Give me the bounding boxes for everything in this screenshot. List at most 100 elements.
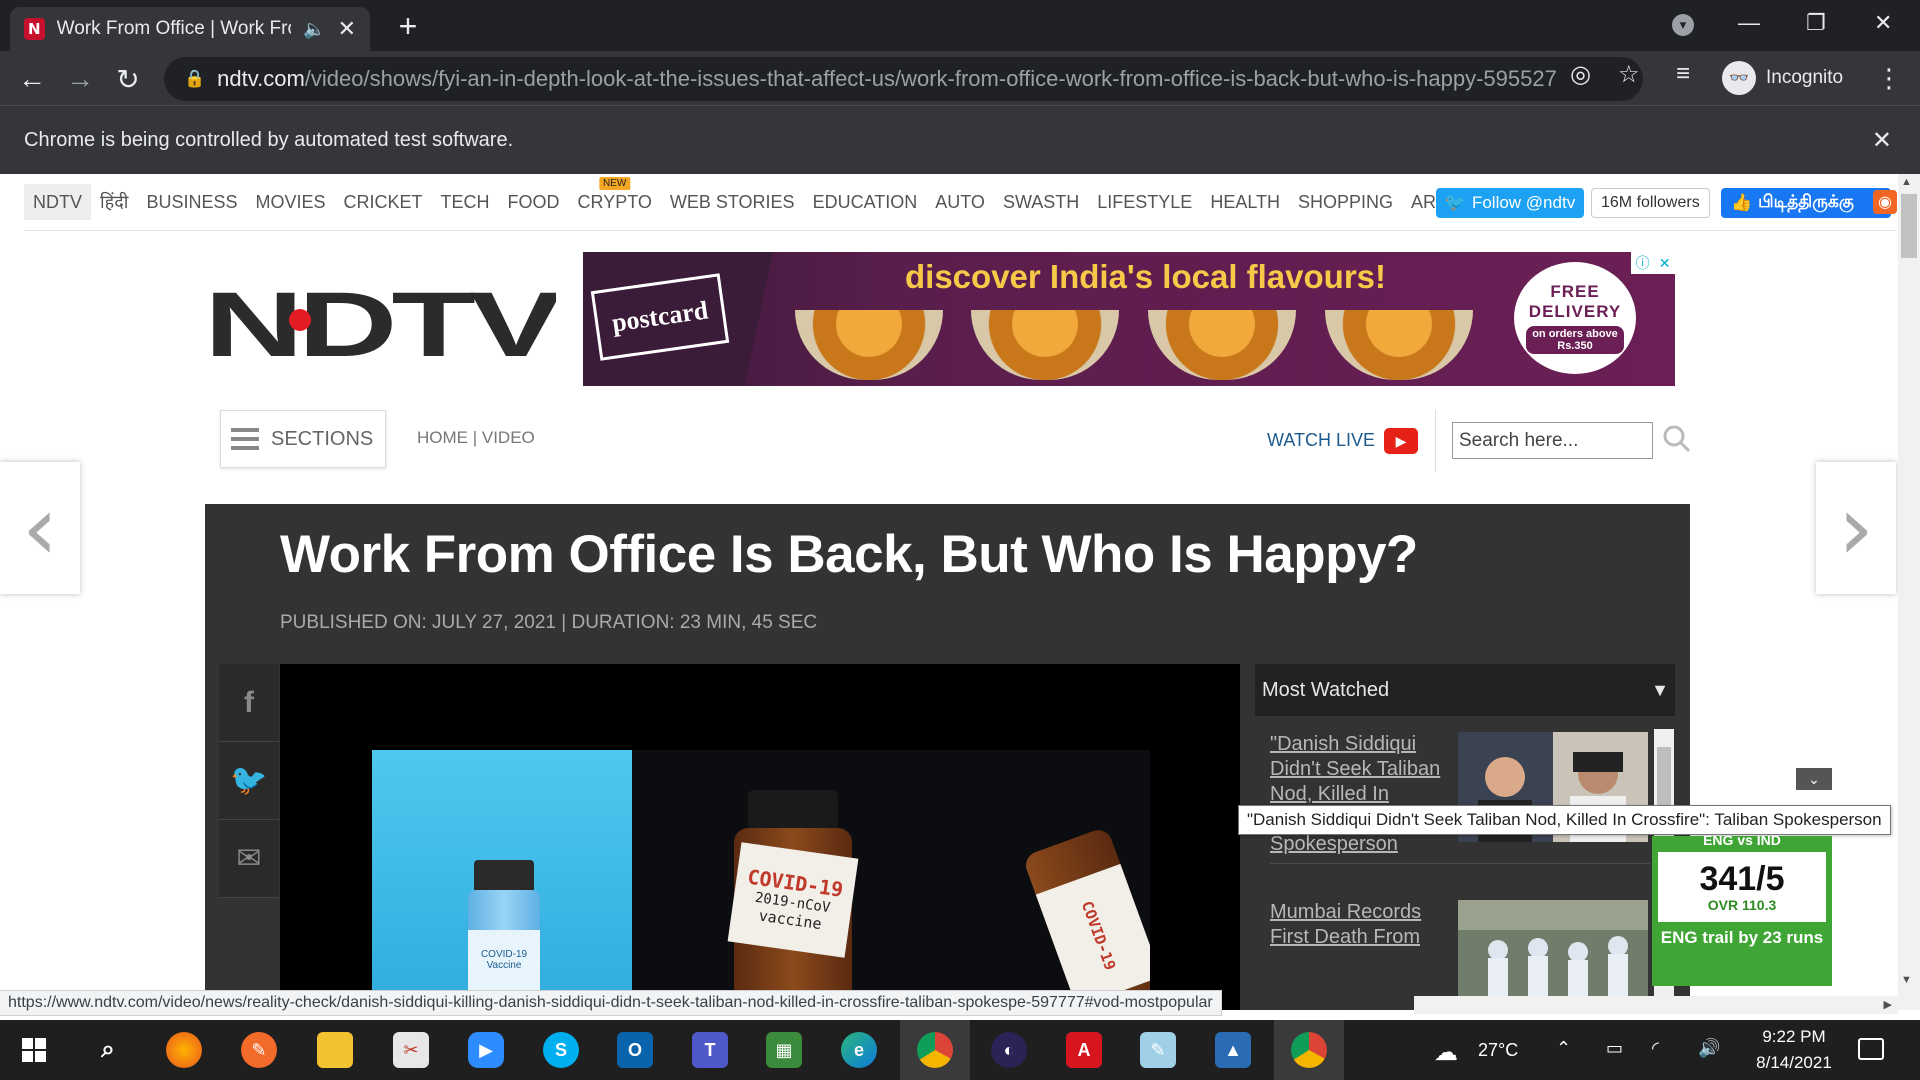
email-icon[interactable]: ✉ [219,820,279,898]
cricket-score-widget[interactable]: ENG vs IND 341/5 OVR 110.3 ENG trail by … [1652,836,1832,986]
nav-item[interactable]: CRYPTO NEW [569,177,661,220]
dropdown-caret-icon[interactable]: ▼ [1651,680,1669,701]
twitter-follow-button[interactable]: 🐦 Follow @ndtv [1436,188,1584,218]
minimize-icon[interactable]: — [1738,10,1760,36]
youtube-play-icon[interactable]: ▶ [1384,428,1418,454]
search-input[interactable] [1452,422,1653,459]
search-icon[interactable] [1662,424,1692,454]
nav-item[interactable]: MOVIES [246,184,334,220]
notepad-icon[interactable]: ✎ [1140,1032,1176,1068]
firefox-icon[interactable] [166,1032,202,1068]
published-info: PUBLISHED ON: JULY 27, 2021 | DURATION: … [280,612,818,633]
browser-tab[interactable]: N Work From Office | Work From Office Is… [10,7,370,51]
weather-cloud-icon[interactable]: ☁ [1434,1038,1458,1067]
tab-search-icon[interactable]: ▾ [1672,14,1694,36]
nav-item[interactable]: हिंदी [91,184,137,220]
window-close-icon[interactable]: ✕ [1874,10,1892,36]
nav-item[interactable]: FOOD [499,184,569,220]
photos-icon[interactable]: ▲ [1215,1032,1251,1068]
watch-live-link[interactable]: WATCH LIVE [1267,430,1375,451]
page-vertical-scrollbar[interactable]: ▲ ▼ [1898,174,1920,1010]
nav-item-label: SHOPPING [1298,191,1394,212]
new-tab-button[interactable]: + [390,8,426,44]
nav-item[interactable]: HEALTH [1201,184,1289,220]
bookmark-star-icon[interactable]: ☆ [1618,60,1640,89]
file-explorer-icon[interactable] [317,1032,353,1068]
video-player[interactable]: COVID-19 Vaccine COVID-19 2019-nCoV vacc… [280,664,1240,1010]
pen-app-icon[interactable]: ✎ [241,1032,277,1068]
snipping-tool-icon[interactable]: ✂ [393,1032,429,1068]
nav-item[interactable]: TECH [432,184,499,220]
back-icon[interactable]: ← [14,61,50,97]
collapse-chevron-icon[interactable]: ⌄ [1796,768,1832,790]
scrollbar-thumb[interactable] [1901,194,1917,258]
most-watched-header[interactable]: Most Watched ▼ [1255,664,1675,716]
sections-button[interactable]: SECTIONS [220,410,386,468]
tab-close-icon[interactable]: ✕ [338,16,356,42]
spreadsheet-icon[interactable]: ▦ [766,1032,802,1068]
windows-start-icon[interactable] [22,1038,46,1062]
address-bar[interactable]: 🔒 ndtv.com /video/shows/fyi-an-in-depth-… [164,57,1643,101]
next-arrow-icon[interactable]: › [1816,462,1896,594]
nav-item[interactable]: EDUCATION [804,184,927,220]
scrollbar-thumb[interactable] [1657,747,1671,807]
ndtv-favicon-icon: N [24,18,45,40]
facebook-icon[interactable]: f [219,664,279,742]
previous-arrow-icon[interactable]: ‹ [0,462,80,594]
edge-icon[interactable]: e [841,1032,877,1068]
video-thumbnail[interactable] [1458,900,1648,1010]
teams-icon[interactable]: T [692,1032,728,1068]
ad-close-icon[interactable]: ✕ [1659,255,1671,272]
search-icon[interactable]: ⌕ [90,1032,126,1068]
ad-choices[interactable]: ⓘ ✕ [1631,252,1675,274]
most-watched-link[interactable]: Mumbai Records First Death From [1270,900,1450,950]
nav-item[interactable]: BUSINESS [137,184,246,220]
eclipse-icon[interactable]: ◐ [991,1032,1027,1068]
ad-info-icon[interactable]: ⓘ [1636,253,1650,273]
nav-item[interactable]: SWASTH [994,184,1088,220]
nav-item[interactable]: CRICKET [335,184,432,220]
menu-kebab-icon[interactable]: ⋮ [1876,63,1902,94]
chrome-icon[interactable] [917,1032,953,1068]
restore-icon[interactable]: ❐ [1806,10,1826,36]
taskbar-clock[interactable]: 9:22 PM 8/14/2021 [1744,1024,1844,1076]
speaker-icon[interactable]: 🔈 [303,19,325,40]
advertisement-banner[interactable]: postcard discover India's local flavours… [583,252,1675,386]
infobar-close-icon[interactable]: ✕ [1872,126,1892,155]
nav-item[interactable]: AUTO [926,184,994,220]
twitter-icon[interactable]: 🐦 [219,742,279,820]
lock-icon[interactable]: 🔒 [184,69,205,89]
most-watched-link[interactable]: "Danish Siddiqui Didn't Seek Taliban Nod… [1270,732,1450,857]
tray-chevron-icon[interactable]: ⌃ [1556,1038,1571,1059]
incognito-profile-button[interactable]: 👓 Incognito [1722,58,1843,98]
scroll-down-icon[interactable]: ▼ [1901,974,1912,986]
nav-item[interactable]: SHOPPING [1289,184,1402,220]
outlook-icon[interactable]: O [617,1032,653,1068]
rss-icon[interactable]: ◉ [1873,190,1897,214]
skype-icon[interactable]: S [543,1032,579,1068]
notification-center-icon[interactable] [1858,1038,1884,1060]
wifi-icon[interactable]: ◜ [1652,1038,1659,1059]
weather-temp[interactable]: 27°C [1478,1040,1518,1061]
list-item[interactable]: "Danish Siddiqui Didn't Seek Taliban Nod… [1270,724,1650,864]
forward-icon[interactable]: → [62,61,98,97]
ndtv-logo[interactable]: NDTV [204,280,556,362]
reload-icon[interactable]: ↻ [110,61,146,97]
nav-item[interactable]: WEB STORIES [661,184,804,220]
scroll-up-icon[interactable]: ▲ [1901,176,1912,188]
tracking-protection-icon[interactable]: ◎ [1570,60,1591,89]
battery-icon[interactable]: ▭ [1606,1038,1623,1059]
facebook-like-button[interactable]: 👍 பிடித்திருக்கு [1721,188,1891,218]
media-control-icon[interactable]: ≡ [1676,60,1690,88]
video-thumbnail: COVID-19 Vaccine COVID-19 2019-nCoV vacc… [372,750,1150,1010]
scroll-right-icon[interactable]: ▶ [1884,998,1892,1011]
nav-item[interactable]: LIFESTYLE [1088,184,1201,220]
chrome-icon[interactable] [1291,1032,1327,1068]
list-item[interactable]: Mumbai Records First Death From [1270,892,1650,1010]
zoom-icon[interactable]: ▶ [468,1032,504,1068]
page-horizontal-scrollbar[interactable]: ▶ [1414,996,1898,1014]
nav-item[interactable]: NDTV [24,184,91,220]
volume-icon[interactable]: 🔊 [1698,1038,1720,1059]
acrobat-icon[interactable]: A [1066,1032,1102,1068]
breadcrumb[interactable]: HOME | VIDEO [417,428,535,448]
